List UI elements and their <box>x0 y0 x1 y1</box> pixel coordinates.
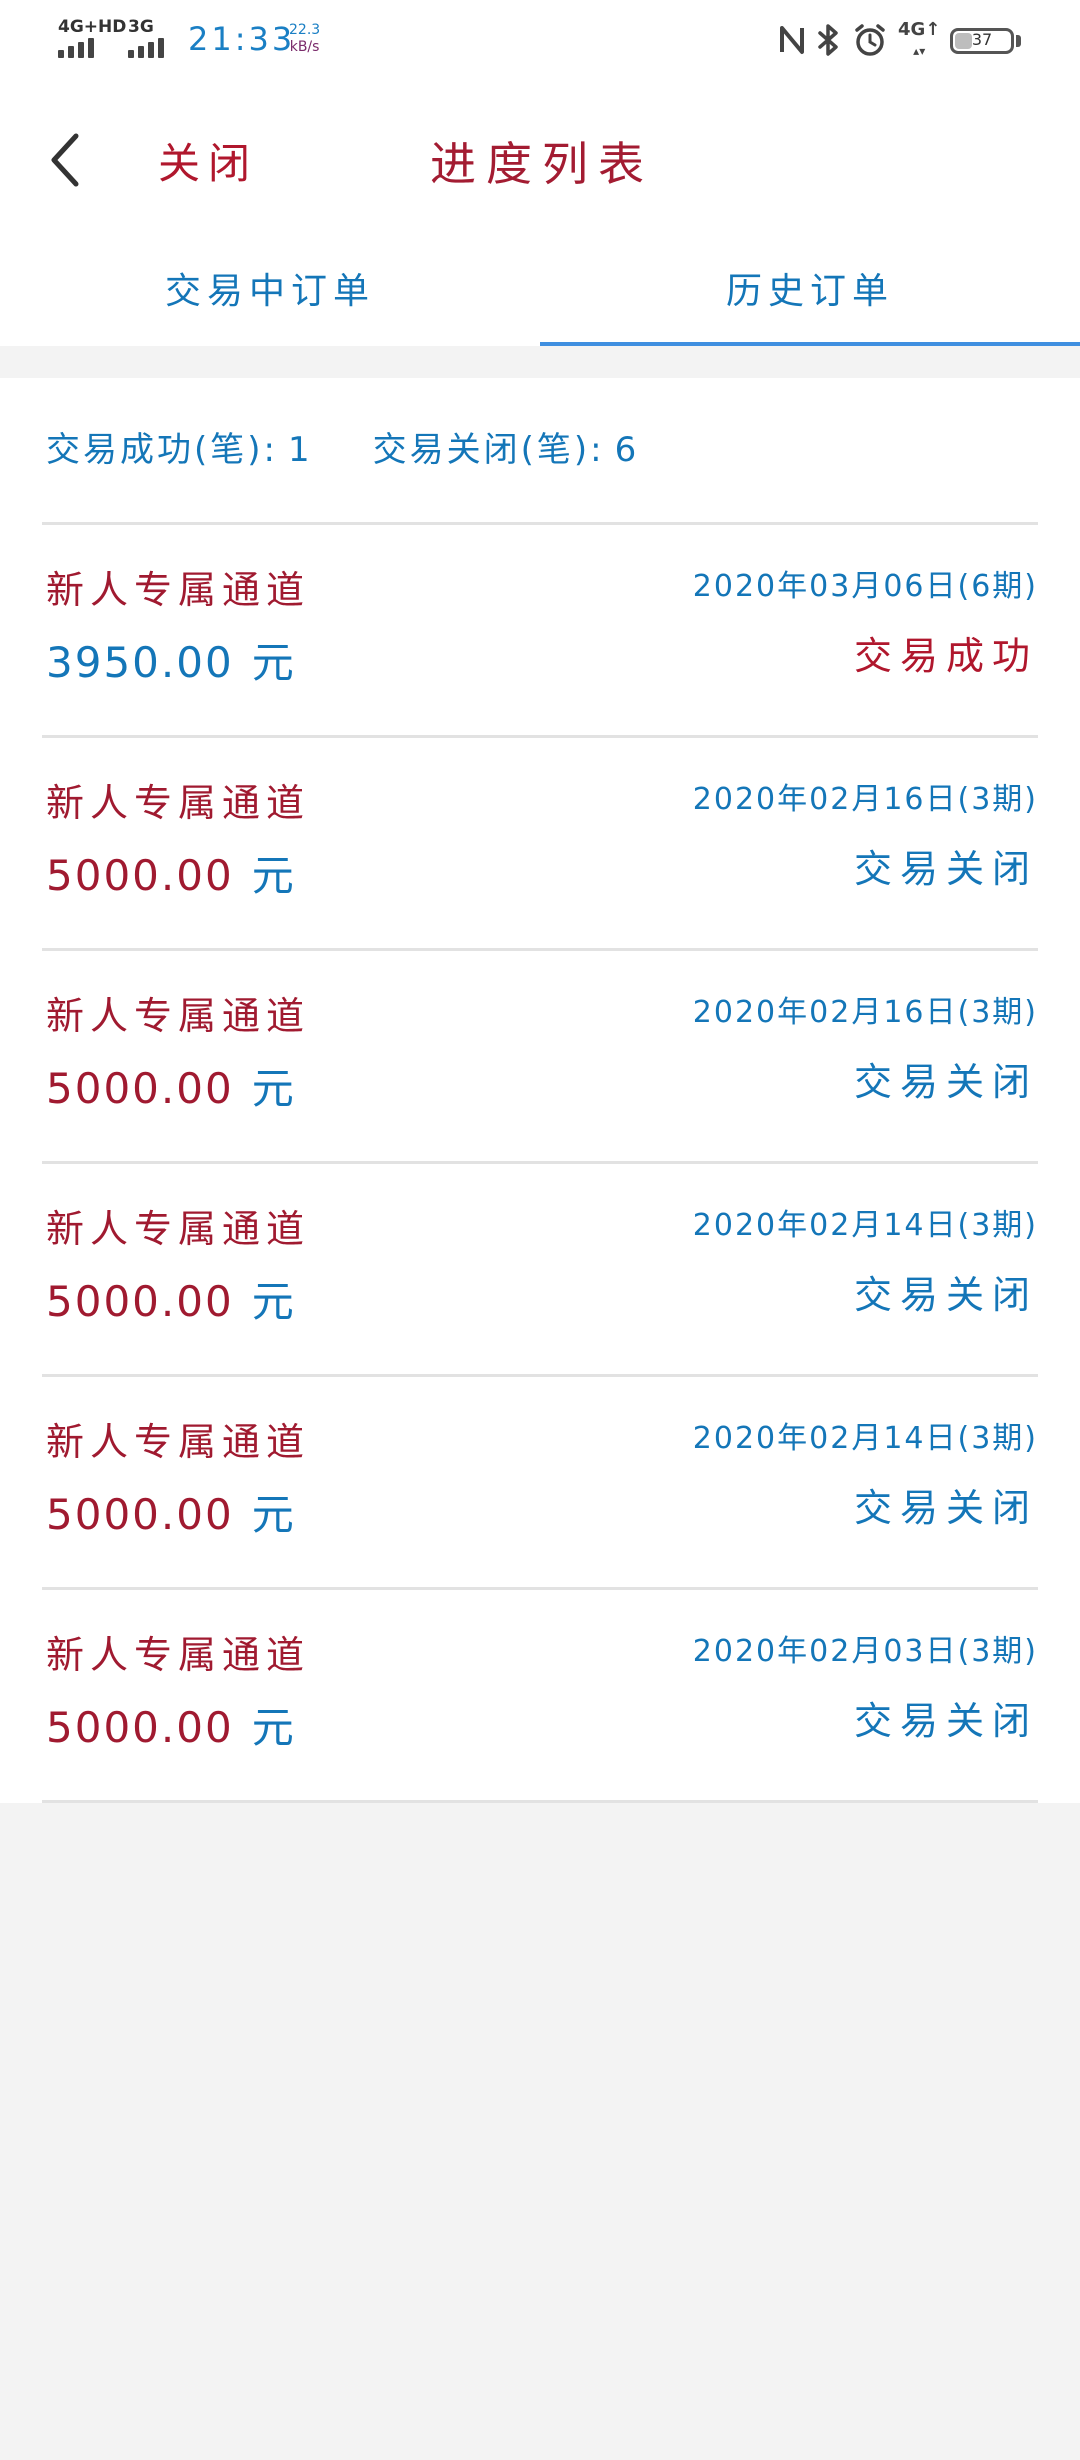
order-row[interactable]: 新人专属通道 5000.00 元 2020年02月14日(3期) 交易关闭 <box>42 1377 1038 1590</box>
order-amount-value: 5000.00 <box>46 1490 234 1539</box>
order-list-panel: 交易成功(笔): 1 交易关闭(笔): 6 新人专属通道 3950.00 元 2020… <box>0 378 1080 1803</box>
order-name: 新人专属通道 <box>46 568 311 612</box>
order-amount: 5000.00 元 <box>46 1694 296 1755</box>
data-arrow-up-icon: ↑ <box>925 19 941 40</box>
order-status: 交易关闭 <box>853 1486 1038 1530</box>
order-date: 2020年02月14日(3期) <box>692 1421 1038 1456</box>
order-row[interactable]: 新人专属通道 5000.00 元 2020年02月14日(3期) 交易关闭 <box>42 1164 1038 1377</box>
success-count: 1 <box>287 430 313 470</box>
signal2-label: 3G <box>128 17 154 37</box>
net-speed-value: 22.3 <box>289 22 321 38</box>
tab-bar: 交易中订单 历史订单 <box>0 240 1080 346</box>
close-button[interactable]: 关闭 <box>158 130 258 191</box>
data-arrows-icon: ▴▾ <box>913 44 926 58</box>
signal-icon <box>58 38 94 58</box>
bluetooth-icon <box>818 24 838 56</box>
order-amount-value: 3950.00 <box>46 638 234 687</box>
closed-count: 6 <box>614 430 640 470</box>
status-time: 21:33 <box>188 20 296 58</box>
order-amount: 5000.00 元 <box>46 1055 296 1116</box>
signal-icon <box>128 38 164 58</box>
order-currency: 元 <box>251 1703 296 1752</box>
order-currency: 元 <box>251 851 296 900</box>
order-amount: 5000.00 元 <box>46 1481 296 1542</box>
order-date: 2020年02月14日(3期) <box>692 1208 1038 1243</box>
page-title: 进度列表 <box>430 137 654 191</box>
success-summary: 交易成功(笔): 1 <box>46 422 313 471</box>
order-date: 2020年02月16日(3期) <box>692 782 1038 817</box>
order-name: 新人专属通道 <box>46 1420 311 1464</box>
network-label: 4G <box>898 19 926 40</box>
order-row[interactable]: 新人专属通道 3950.00 元 2020年03月06日(6期) 交易成功 <box>42 525 1038 738</box>
order-amount-value: 5000.00 <box>46 1064 234 1113</box>
closed-count-label: 交易关闭(笔): <box>372 430 605 470</box>
order-name: 新人专属通道 <box>46 1633 311 1677</box>
order-name: 新人专属通道 <box>46 1207 311 1251</box>
order-amount: 5000.00 元 <box>46 1268 296 1329</box>
tab-history-orders[interactable]: 历史订单 <box>540 240 1080 346</box>
order-name: 新人专属通道 <box>46 781 311 825</box>
order-currency: 元 <box>251 1064 296 1113</box>
order-status: 交易成功 <box>853 634 1038 678</box>
order-name: 新人专属通道 <box>46 994 311 1038</box>
order-amount-value: 5000.00 <box>46 1703 234 1752</box>
active-tab-indicator <box>540 342 1080 346</box>
success-count-label: 交易成功(笔): <box>46 430 278 470</box>
battery-tip <box>1016 35 1021 47</box>
signal1-label: 4G+HD <box>58 17 127 37</box>
order-currency: 元 <box>251 1490 296 1539</box>
order-amount: 3950.00 元 <box>46 629 296 690</box>
order-status: 交易关闭 <box>853 1273 1038 1317</box>
app-header: 关闭 进度列表 <box>0 80 1080 240</box>
network-type: 4G↑ ▴▾ <box>898 20 940 61</box>
order-date: 2020年02月16日(3期) <box>692 995 1038 1030</box>
signal-group-1: 4G+HD <box>58 18 126 58</box>
net-speed: 22.3 kB/s <box>289 22 320 56</box>
tab-in-progress-orders[interactable]: 交易中订单 <box>0 240 540 346</box>
order-list: 新人专属通道 3950.00 元 2020年03月06日(6期) 交易成功 新人专… <box>42 522 1038 1803</box>
app-root: 4G+HD 3G 21:33 22.3 kB/s 4G↑ ▴▾ 37 关闭 进度… <box>0 0 1080 2460</box>
order-currency: 元 <box>251 638 296 687</box>
alarm-icon <box>855 24 885 56</box>
order-currency: 元 <box>251 1277 296 1326</box>
closed-summary: 交易关闭(笔): 6 <box>373 422 640 471</box>
signal-group-2: 3G <box>128 18 164 58</box>
order-row[interactable]: 新人专属通道 5000.00 元 2020年02月16日(3期) 交易关闭 <box>42 738 1038 951</box>
order-amount-value: 5000.00 <box>46 1277 234 1326</box>
nfc-icon <box>780 26 804 54</box>
tab-label: 历史订单 <box>725 271 894 312</box>
order-date: 2020年03月06日(6期) <box>692 569 1038 604</box>
order-summary: 交易成功(笔): 1 交易关闭(笔): 6 <box>46 422 639 471</box>
net-speed-unit: kB/s <box>289 39 320 55</box>
order-date: 2020年02月03日(3期) <box>692 1634 1038 1669</box>
order-amount-value: 5000.00 <box>46 851 234 900</box>
back-arrow-icon[interactable] <box>42 128 92 192</box>
order-status: 交易关闭 <box>853 1699 1038 1743</box>
order-amount: 5000.00 元 <box>46 842 296 903</box>
battery-level: 37 <box>971 30 993 49</box>
order-row[interactable]: 新人专属通道 5000.00 元 2020年02月16日(3期) 交易关闭 <box>42 951 1038 1164</box>
battery-icon: 37 <box>950 28 1014 54</box>
tab-label: 交易中订单 <box>164 271 375 312</box>
order-status: 交易关闭 <box>853 847 1038 891</box>
order-status: 交易关闭 <box>853 1060 1038 1104</box>
status-bar: 4G+HD 3G 21:33 22.3 kB/s 4G↑ ▴▾ 37 <box>0 0 1080 80</box>
order-row[interactable]: 新人专属通道 5000.00 元 2020年02月03日(3期) 交易关闭 <box>42 1590 1038 1803</box>
